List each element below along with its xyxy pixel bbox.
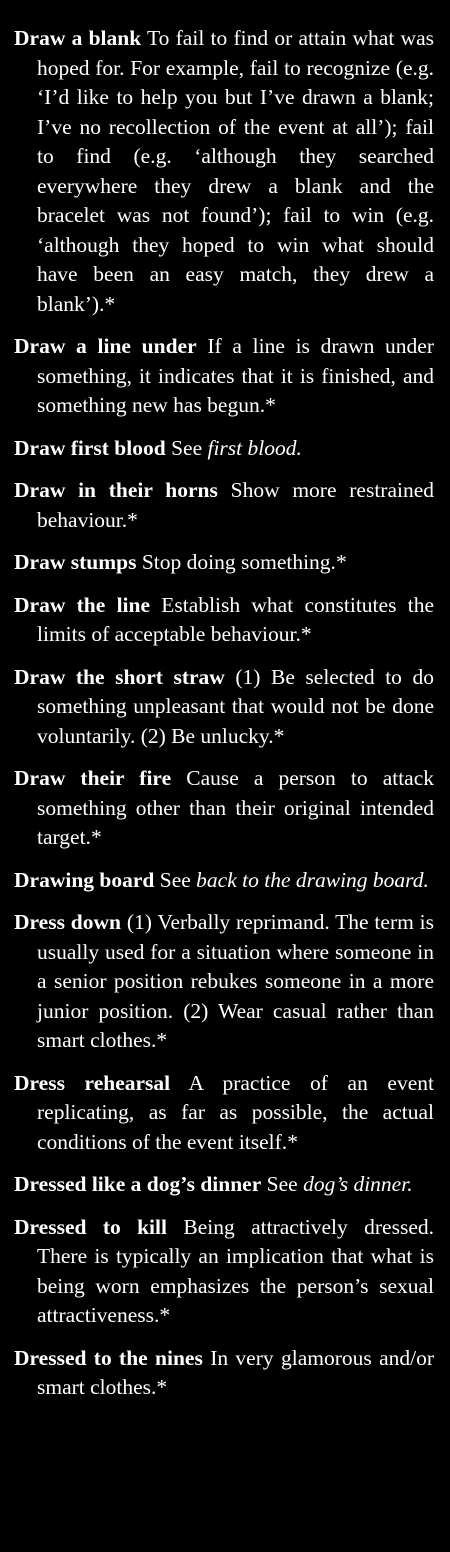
entry-definition: Stop doing something. — [141, 550, 336, 574]
entry-term: Dress down — [14, 910, 121, 934]
dictionary-entry: Draw first blood See first blood. — [14, 434, 434, 464]
entry-marker: * — [265, 393, 276, 417]
entry-definition: To fail to find or attain what was hoped… — [37, 26, 434, 316]
entry-see-label: See — [171, 435, 203, 460]
entry-marker: * — [335, 550, 347, 574]
entry-term: Draw the line — [14, 592, 151, 617]
dictionary-entry: Drawing board See back to the drawing bo… — [14, 866, 434, 896]
entry-see-label: See — [159, 867, 191, 892]
entry-term: Draw a line under — [14, 334, 197, 358]
dictionary-entry: Dress down (1) Verbally reprimand. The t… — [14, 908, 434, 1056]
entry-term: Dress rehearsal — [14, 1070, 171, 1095]
entry-cross-reference: first blood. — [207, 435, 302, 460]
entry-cross-reference: back to the drawing board. — [196, 867, 429, 892]
entry-marker: * — [104, 291, 116, 316]
dictionary-entry: Draw their fire Cause a person to attack… — [14, 764, 434, 853]
entry-term: Draw a blank — [14, 26, 142, 50]
entry-term: Draw in their horns — [14, 478, 218, 502]
dictionary-entry: Draw stumps Stop doing something.* — [14, 548, 434, 578]
entry-marker: * — [159, 1303, 171, 1327]
entry-marker: * — [300, 622, 312, 646]
dictionary-entry: Dressed to kill Being attractively dress… — [14, 1213, 434, 1331]
dictionary-entry: Draw a blank To fail to find or attain w… — [14, 24, 434, 319]
entry-term: Draw the short straw — [14, 664, 225, 689]
dictionary-entry: Draw in their horns Show more restrained… — [14, 476, 434, 535]
entry-cross-reference: dog’s dinner. — [303, 1172, 413, 1196]
entry-marker: * — [156, 1028, 168, 1052]
entry-term: Dressed to the nines — [14, 1345, 203, 1370]
entry-marker: * — [287, 1129, 298, 1154]
dictionary-entries: Draw a blank To fail to find or attain w… — [0, 0, 450, 1403]
dictionary-entry: Dressed like a dog’s dinner See dog’s di… — [14, 1170, 434, 1200]
dictionary-entry: Draw the short straw (1) Be selected to … — [14, 663, 434, 752]
entry-marker: * — [90, 825, 102, 849]
entry-marker: * — [273, 723, 285, 748]
entry-marker: * — [127, 507, 138, 532]
entry-term: Draw their fire — [14, 766, 172, 790]
dictionary-entry: Dress rehearsal A practice of an event r… — [14, 1069, 434, 1158]
entry-see-label: See — [266, 1172, 298, 1196]
entry-marker: * — [156, 1375, 168, 1399]
entry-term: Dressed like a dog’s dinner — [14, 1172, 262, 1196]
dictionary-entry: Draw a line under If a line is drawn und… — [14, 332, 434, 421]
entry-term: Drawing board — [14, 867, 155, 892]
dictionary-entry: Draw the line Establish what constitutes… — [14, 591, 434, 650]
entry-term: Draw stumps — [14, 550, 137, 574]
dictionary-entry: Dressed to the nines In very glamorous a… — [14, 1344, 434, 1403]
entry-term: Dressed to kill — [14, 1214, 167, 1239]
entry-term: Draw first blood — [14, 435, 166, 460]
